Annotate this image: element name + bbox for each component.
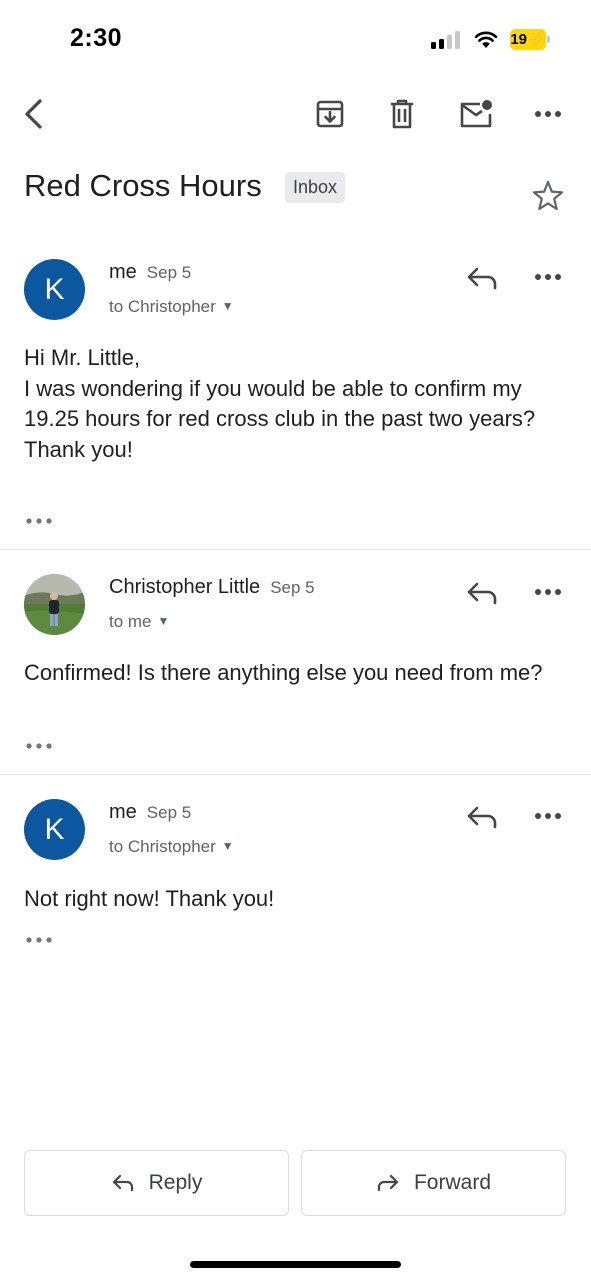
- message-body: Not right now! Thank you!: [24, 886, 275, 911]
- show-trimmed-content-icon[interactable]: [24, 933, 56, 947]
- wifi-icon: [474, 31, 498, 48]
- profile-photo: [24, 574, 85, 635]
- email-subject: Red Cross Hours: [24, 168, 262, 203]
- recipients-text: to me: [109, 612, 152, 631]
- charging-bolt-icon: ⚡: [527, 31, 546, 48]
- archive-button[interactable]: [310, 94, 350, 134]
- mark-unread-icon: [460, 100, 492, 128]
- message-date: Sep 5: [146, 803, 192, 822]
- divider: [0, 774, 591, 775]
- more-horizontal-icon: [535, 111, 561, 117]
- sender-line: me Sep 5: [109, 801, 191, 824]
- sender-name: Christopher Little: [109, 576, 261, 598]
- chevron-down-icon: ▼: [157, 614, 170, 628]
- battery-level: 19: [510, 31, 527, 48]
- message-date: Sep 5: [146, 263, 192, 282]
- chevron-left-icon: [25, 99, 42, 129]
- forward-icon: [377, 1174, 399, 1192]
- reply-icon[interactable]: [464, 263, 500, 293]
- divider: [0, 549, 591, 550]
- recipients-text: to Christopher: [109, 297, 216, 316]
- sender-line: Christopher Little Sep 5: [109, 576, 315, 599]
- battery-indicator: 19⚡: [510, 29, 550, 50]
- avatar[interactable]: K: [24, 799, 85, 860]
- message-more-icon[interactable]: [530, 263, 566, 293]
- recipients-toggle[interactable]: to Christopher ▼: [109, 837, 234, 857]
- toolbar: [0, 86, 591, 142]
- status-time: 2:30: [70, 24, 123, 52]
- recipients-text: to Christopher: [109, 837, 216, 856]
- avatar[interactable]: K: [24, 259, 85, 320]
- show-trimmed-content-icon[interactable]: [24, 514, 56, 528]
- status-bar: 2:30 19⚡: [0, 0, 591, 78]
- sender-name: me: [109, 261, 137, 283]
- message-body: Hi Mr. Little, I was wondering if you wo…: [24, 345, 536, 462]
- mark-unread-button[interactable]: [456, 94, 496, 134]
- chevron-down-icon: ▼: [221, 299, 234, 313]
- chevron-down-icon: ▼: [221, 839, 234, 853]
- reply-icon[interactable]: [464, 802, 500, 832]
- archive-icon: [316, 100, 344, 128]
- forward-label: Forward: [413, 1171, 492, 1194]
- message-more-icon[interactable]: [530, 802, 566, 832]
- more-options-button[interactable]: [528, 94, 568, 134]
- recipients-toggle[interactable]: to me ▼: [109, 612, 169, 632]
- message-date: Sep 5: [270, 578, 315, 597]
- avatar[interactable]: [24, 574, 85, 635]
- recipients-toggle[interactable]: to Christopher ▼: [109, 297, 234, 317]
- home-indicator[interactable]: [190, 1261, 401, 1268]
- trash-icon: [391, 99, 413, 129]
- reply-button[interactable]: Reply: [24, 1150, 289, 1216]
- inbox-label-chip[interactable]: Inbox: [285, 172, 346, 203]
- sender-line: me Sep 5: [109, 261, 191, 284]
- forward-button[interactable]: Forward: [301, 1150, 566, 1216]
- reply-icon: [112, 1174, 133, 1192]
- cellular-signal-icon: [431, 31, 463, 49]
- delete-button[interactable]: [382, 94, 422, 134]
- message-more-icon[interactable]: [530, 578, 566, 608]
- show-trimmed-content-icon[interactable]: [24, 739, 56, 753]
- star-icon[interactable]: [530, 178, 566, 214]
- sender-name: me: [109, 801, 137, 823]
- reply-icon[interactable]: [464, 578, 500, 608]
- message-body: Confirmed! Is there anything else you ne…: [24, 660, 543, 685]
- reply-label: Reply: [148, 1171, 203, 1194]
- back-button[interactable]: [14, 94, 54, 134]
